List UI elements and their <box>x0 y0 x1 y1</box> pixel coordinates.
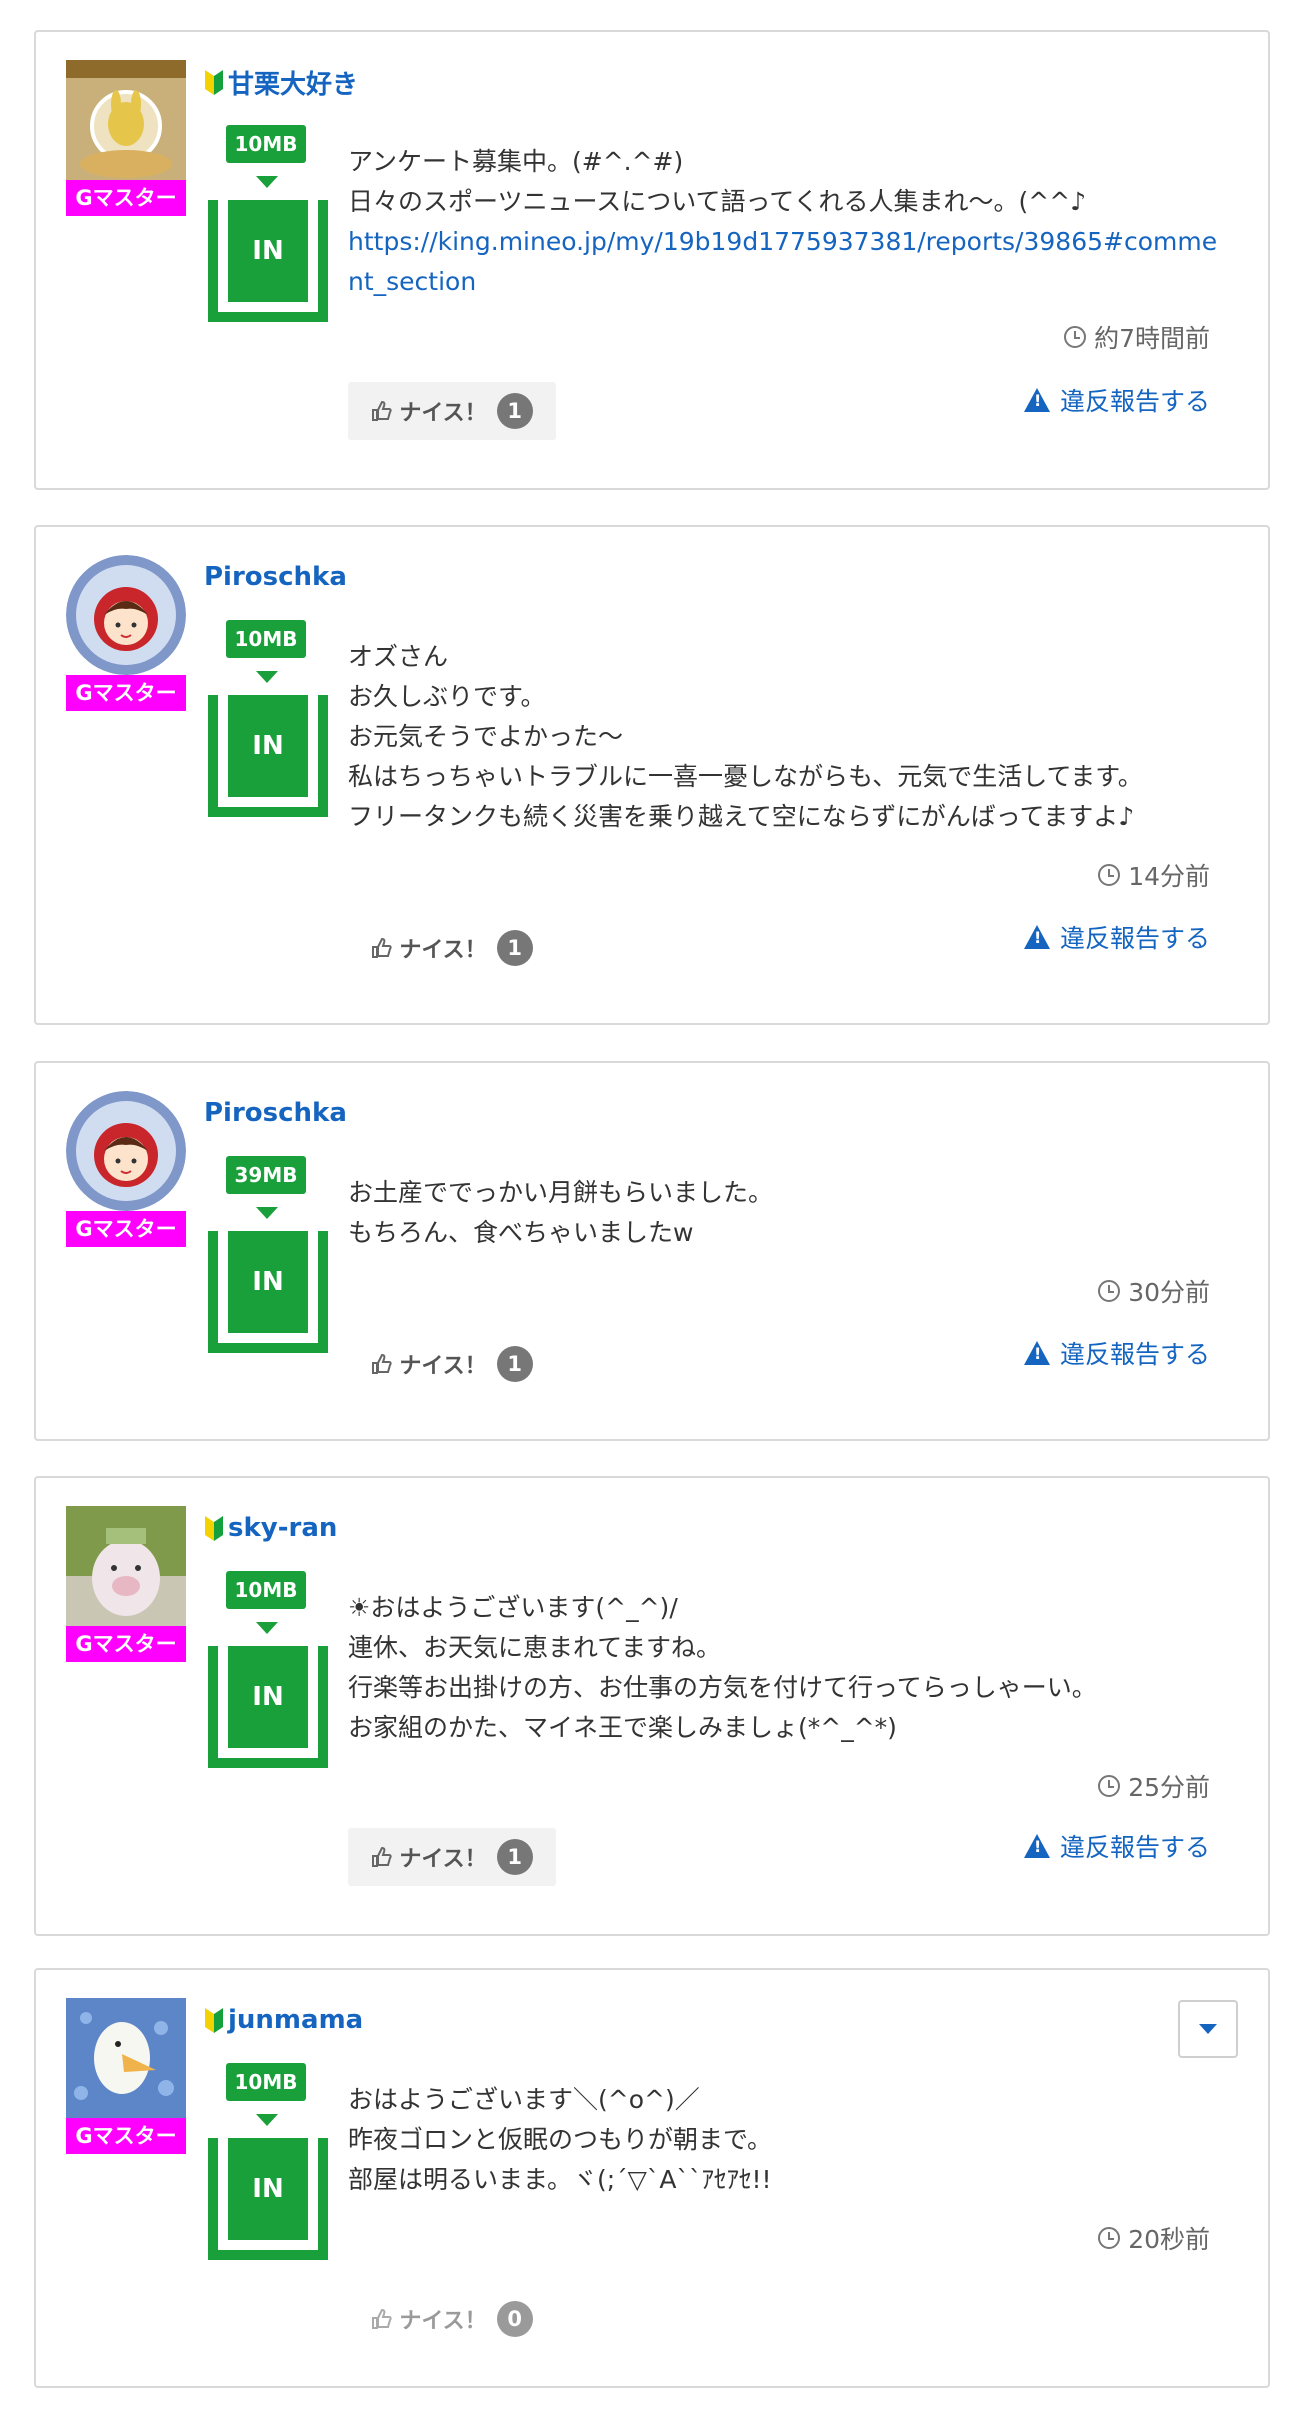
g-master-badge: Gマスター <box>66 675 186 711</box>
in-icon: IN <box>208 200 328 322</box>
post-body: オズさんお久しぶりです。お元気そうでよかった〜私はちっちゃいトラブルに一喜一憂し… <box>348 637 1228 837</box>
post-card: Gマスター Piroschka 10MB IN オズさんお久しぶりです。お元気そ… <box>34 525 1270 1025</box>
post-body: おはようございます＼(^o^)／ 昨夜ゴロンと仮眠のつもりが朝まで。 部屋は明るいま… <box>348 2080 1228 2200</box>
post-text-line: フリータンクも続く災害を乗り越えて空にならずにがんばってますよ♪ <box>348 802 1135 831</box>
user-row: junmama <box>204 2000 363 2040</box>
post-card: Gマスター Piroschka 39MB IN お土産ででっかい月餅もらいました… <box>34 1061 1270 1441</box>
down-arrow-icon <box>256 2114 278 2126</box>
in-icon: IN <box>208 695 328 817</box>
nice-count: 1 <box>496 1346 533 1382</box>
data-amount-badge: 10MB <box>226 125 306 163</box>
post-card: Gマスター junmama 10MB IN おはようございます＼(^o^)／ 昨夜… <box>34 1968 1270 2388</box>
beginner-mark-icon <box>205 2008 223 2033</box>
username-link[interactable]: Piroschka <box>204 1098 347 1128</box>
username-link[interactable]: sky-ran <box>228 1513 337 1543</box>
clock-icon <box>1098 1775 1121 1797</box>
warning-icon: ! <box>1023 1341 1050 1365</box>
in-icon: IN <box>208 1231 328 1353</box>
post-text-line: おはようございます＼(^o^)／ <box>348 2085 700 2114</box>
thumbs-up-icon <box>372 1353 392 1374</box>
avatar[interactable] <box>66 1506 186 1626</box>
down-arrow-icon <box>256 1622 278 1634</box>
post-text-line: お家組のかた、マイネ王で楽しみましょ(*^_^*) <box>348 1713 897 1742</box>
down-arrow-icon <box>256 1207 278 1219</box>
post-text-line: お元気そうでよかった〜 <box>348 722 624 751</box>
nice-count: 1 <box>496 1839 533 1875</box>
thumbs-up-icon <box>372 1846 392 1867</box>
g-master-badge: Gマスター <box>66 180 186 216</box>
post-text-line: ☀おはようございます(^_^)/ <box>348 1593 678 1622</box>
nice-button[interactable]: ナイス！ 1 <box>348 1828 556 1886</box>
down-arrow-icon <box>256 176 278 188</box>
user-row: 甘栗大好き <box>204 62 358 102</box>
data-amount-badge: 39MB <box>226 1156 306 1194</box>
post-body: ☀おはようございます(^_^)/ 連休、お天気に恵まれてますね。行楽等お出掛けの方… <box>348 1588 1228 1748</box>
post-text-line: 私はちっちゃいトラブルに一喜一憂しながらも、元気で生活してます。 <box>348 762 1143 791</box>
in-icon: IN <box>208 2138 328 2260</box>
warning-icon: ! <box>1023 388 1050 412</box>
post-text-line: 部屋は明るいまま。ヾ(;´▽`A``ｱｾｱｾ!! <box>348 2165 772 2194</box>
nice-button[interactable]: ナイス！ 1 <box>348 1335 556 1393</box>
report-link[interactable]: ! 違反報告する <box>1023 1335 1210 1371</box>
timestamp: 14分前 <box>1098 857 1210 893</box>
avatar[interactable] <box>66 60 186 180</box>
warning-icon: ! <box>1023 1834 1050 1858</box>
nice-count: 1 <box>496 930 533 966</box>
nice-count: 1 <box>496 393 533 429</box>
report-link[interactable]: ! 違反報告する <box>1023 382 1210 418</box>
timestamp: 約7時間前 <box>1064 319 1210 355</box>
down-arrow-icon <box>256 671 278 683</box>
post-text-line: 昨夜ゴロンと仮眠のつもりが朝まで。 <box>348 2125 773 2154</box>
post-text-line: もちろん、食べちゃいましたw <box>348 1218 694 1247</box>
avatar[interactable] <box>66 555 186 675</box>
timestamp: 25分前 <box>1098 1768 1210 1804</box>
clock-icon <box>1064 326 1087 348</box>
avatar[interactable] <box>66 1998 186 2118</box>
clock-icon <box>1098 864 1121 886</box>
beginner-mark-icon <box>205 1516 223 1541</box>
thumbs-up-icon <box>372 400 392 421</box>
data-amount-badge: 10MB <box>226 1571 306 1609</box>
post-menu-dropdown-button[interactable] <box>1178 2000 1238 2058</box>
g-master-badge: Gマスター <box>66 1626 186 1662</box>
report-link[interactable]: ! 違反報告する <box>1023 919 1210 955</box>
user-row: Piroschka <box>204 557 347 597</box>
post-text-line: 行楽等お出掛けの方、お仕事の方気を付けて行ってらっしゃーい。 <box>348 1673 1097 1702</box>
post-text-line: 日々のスポーツニュースについて語ってくれる人集まれ〜。(^^♪ <box>348 187 1087 216</box>
username-link[interactable]: 甘栗大好き <box>228 64 358 101</box>
timestamp: 20秒前 <box>1098 2220 1210 2256</box>
nice-button[interactable]: ナイス！ 1 <box>348 382 556 440</box>
clock-icon <box>1098 2227 1121 2249</box>
user-row: Piroschka <box>204 1093 347 1133</box>
post-text-line: お土産ででっかい月餅もらいました。 <box>348 1178 774 1207</box>
nice-button[interactable]: ナイス！ 1 <box>348 919 556 977</box>
g-master-badge: Gマスター <box>66 1211 186 1247</box>
post-text-line: お久しぶりです。 <box>348 682 546 711</box>
post-body: お土産ででっかい月餅もらいました。 もちろん、食べちゃいましたw <box>348 1173 1228 1253</box>
clock-icon <box>1098 1280 1121 1302</box>
data-amount-badge: 10MB <box>226 2063 306 2101</box>
report-link[interactable]: ! 違反報告する <box>1023 1828 1210 1864</box>
beginner-mark-icon <box>205 70 223 95</box>
nice-button[interactable]: ナイス！ 0 <box>348 2290 556 2348</box>
post-body: アンケート募集中。(#^.^#) 日々のスポーツニュースについて語ってくれる人集ま… <box>348 142 1228 302</box>
thumbs-up-icon <box>372 937 392 958</box>
post-card: Gマスター 甘栗大好き 10MB IN アンケート募集中。(#^.^#) 日々のス… <box>34 30 1270 490</box>
nice-count: 0 <box>496 2301 533 2337</box>
post-text-line: アンケート募集中。(#^.^#) <box>348 147 684 176</box>
username-link[interactable]: Piroschka <box>204 562 347 592</box>
post-text-line: 連休、お天気に恵まれてますね。 <box>348 1633 722 1662</box>
post-card: Gマスター sky-ran 10MB IN ☀おはようございます(^_^)/ 連休… <box>34 1476 1270 1936</box>
data-amount-badge: 10MB <box>226 620 306 658</box>
timestamp: 30分前 <box>1098 1273 1210 1309</box>
in-icon: IN <box>208 1646 328 1768</box>
thumbs-up-icon <box>372 2308 392 2329</box>
warning-icon: ! <box>1023 925 1050 949</box>
user-row: sky-ran <box>204 1508 337 1548</box>
username-link[interactable]: junmama <box>228 2005 363 2035</box>
g-master-badge: Gマスター <box>66 2118 186 2154</box>
post-link[interactable]: https://king.mineo.jp/my/19b19d177593738… <box>348 227 1217 296</box>
post-text-line: オズさん <box>348 642 449 671</box>
avatar[interactable] <box>66 1091 186 1211</box>
